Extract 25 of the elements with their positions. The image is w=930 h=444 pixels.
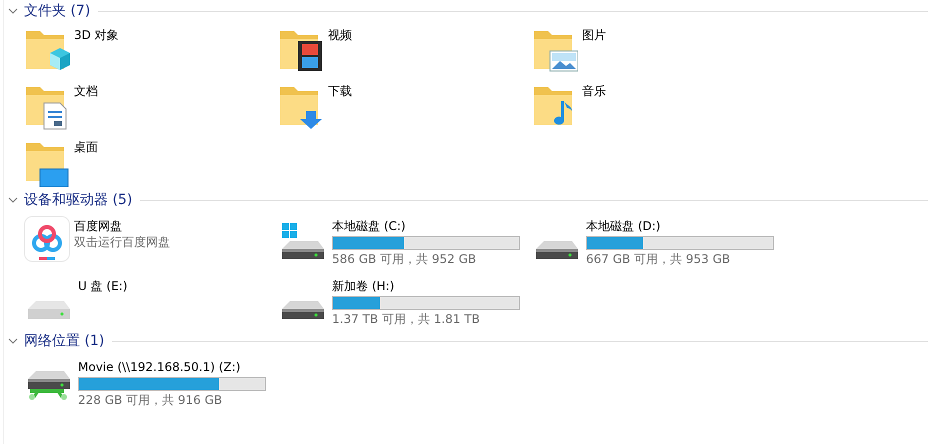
folder-item[interactable]: 桌面 bbox=[24, 133, 278, 189]
drive-item[interactable]: 本地磁盘 (C:) 586 GB 可用，共 952 GB bbox=[278, 210, 532, 270]
hard-drive-icon bbox=[27, 300, 71, 320]
drive-item[interactable]: 本地磁盘 (D:) 667 GB 可用，共 953 GB bbox=[532, 210, 786, 270]
drive-item[interactable]: 百度网盘 双击运行百度网盘 bbox=[24, 210, 278, 270]
folder-item[interactable]: 视频 bbox=[278, 21, 532, 77]
folder-item[interactable]: 音乐 bbox=[532, 77, 786, 133]
network-drive-icon bbox=[27, 370, 71, 401]
drive-item[interactable]: Movie (\\192.168.50.1) (Z:) 228 GB 可用，共 916 GB bbox=[24, 351, 278, 411]
section-heading[interactable]: 文件夹 (7) bbox=[24, 0, 90, 22]
section-heading[interactable]: 网络位置 (1) bbox=[24, 330, 104, 352]
folder-item[interactable]: 3D 对象 bbox=[24, 21, 278, 77]
folder-item[interactable]: 图片 bbox=[532, 21, 786, 77]
cloud-app-icon bbox=[24, 216, 70, 262]
chevron-icon[interactable] bbox=[8, 6, 18, 16]
hard-drive-icon bbox=[535, 240, 579, 260]
chevron-icon[interactable] bbox=[8, 336, 18, 346]
section-heading[interactable]: 设备和驱动器 (5) bbox=[24, 190, 132, 210]
folder-item[interactable]: 文档 bbox=[24, 77, 278, 133]
chevron-icon[interactable] bbox=[8, 195, 18, 205]
hard-drive-icon bbox=[281, 300, 325, 320]
drive-item[interactable]: U 盘 (E:) bbox=[24, 270, 278, 330]
drive-item[interactable]: 新加卷 (H:) 1.37 TB 可用，共 1.81 TB bbox=[278, 270, 532, 330]
system-drive-icon bbox=[281, 223, 325, 260]
folder-item[interactable]: 下载 bbox=[278, 77, 532, 133]
